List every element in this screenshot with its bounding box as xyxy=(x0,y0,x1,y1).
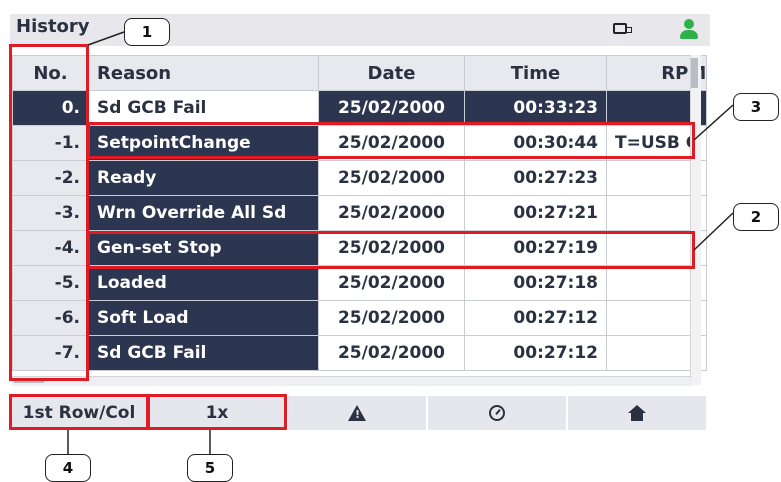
callout-lines xyxy=(67,31,734,458)
callout-label-2: 2 xyxy=(733,203,779,231)
callout-label-1: 1 xyxy=(124,18,170,46)
callout-label-4: 4 xyxy=(45,454,91,482)
callout-label-5: 5 xyxy=(187,454,233,482)
callout-label-3: 3 xyxy=(733,93,779,121)
